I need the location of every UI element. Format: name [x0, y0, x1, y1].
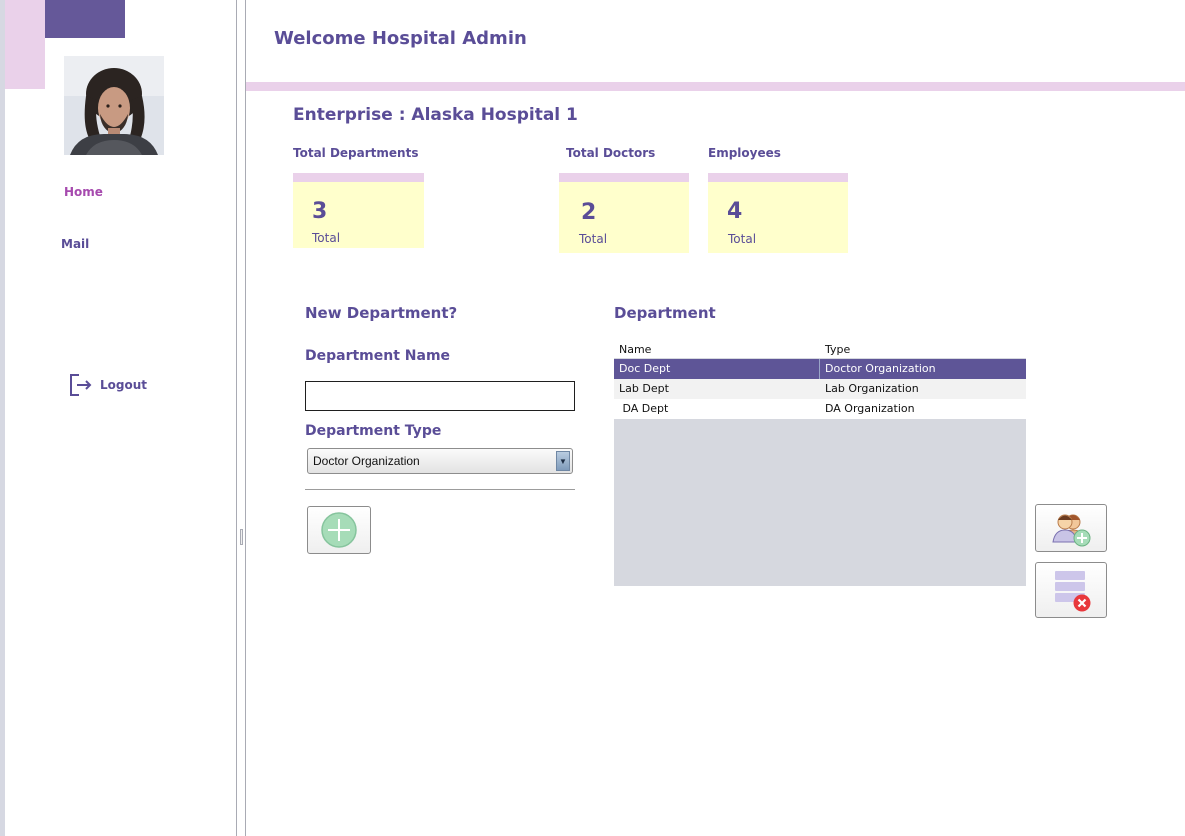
enterprise-title: Enterprise : Alaska Hospital 1 — [293, 105, 578, 125]
stat-sub-departments: Total — [312, 231, 341, 245]
left-edge-strip — [0, 0, 5, 836]
form-divider — [305, 489, 575, 490]
department-name-input[interactable] — [305, 381, 575, 411]
department-name-label: Department Name — [305, 348, 451, 364]
cell-type: DA Organization — [825, 402, 915, 415]
welcome-title: Welcome Hospital Admin — [274, 28, 527, 49]
stat-value-doctors: 2 — [581, 200, 597, 225]
table-row[interactable]: Lab Dept Lab Organization — [614, 379, 1026, 399]
stat-sub-doctors: Total — [579, 232, 608, 246]
stat-card-doctors: 2 Total — [559, 173, 689, 253]
department-table-title: Department — [614, 304, 716, 322]
stat-card-employees: 4 Total — [708, 173, 848, 253]
sidebar-decoration-pink — [5, 0, 45, 89]
add-circle-icon — [321, 512, 357, 548]
cell-name: DA Dept — [619, 402, 669, 415]
stat-card-band — [293, 173, 424, 182]
department-type-select[interactable]: Doctor Organization ▼ — [307, 448, 573, 474]
cell-divider — [819, 359, 820, 379]
delete-list-icon — [1055, 571, 1091, 612]
chevron-down-icon[interactable]: ▼ — [556, 451, 570, 471]
department-type-value: Doctor Organization — [313, 454, 420, 468]
stat-sub-employees: Total — [728, 232, 757, 246]
add-user-icon — [1052, 514, 1091, 547]
logout-button[interactable]: Logout — [68, 372, 147, 398]
cell-type: Lab Organization — [825, 382, 919, 395]
avatar — [64, 56, 164, 155]
table-row[interactable]: DA Dept DA Organization — [614, 399, 1026, 419]
cell-name: Doc Dept — [619, 362, 671, 375]
add-user-button[interactable] — [1035, 504, 1107, 552]
department-table[interactable]: Name Type Doc Dept Doctor Organization L… — [614, 340, 1026, 586]
stat-value-departments: 3 — [312, 199, 328, 224]
stat-label-doctors: Total Doctors — [566, 146, 656, 160]
logout-icon — [70, 374, 92, 396]
table-row[interactable]: Doc Dept Doctor Organization — [614, 359, 1026, 379]
stat-card-band — [559, 173, 689, 182]
sidebar-item-mail[interactable]: Mail — [61, 237, 89, 251]
department-type-label: Department Type — [305, 423, 442, 439]
cell-name: Lab Dept — [619, 382, 669, 395]
delete-department-button[interactable] — [1035, 562, 1107, 618]
stat-card-departments: 3 Total — [293, 173, 424, 248]
stat-value-employees: 4 — [727, 199, 743, 224]
stat-label-employees: Employees — [708, 146, 781, 160]
stat-label-departments: Total Departments — [293, 146, 419, 160]
header-band — [246, 82, 1185, 91]
column-header-type[interactable]: Type — [825, 343, 850, 356]
new-department-title: New Department? — [305, 304, 458, 322]
cell-type: Doctor Organization — [825, 362, 936, 375]
column-header-name[interactable]: Name — [619, 343, 651, 356]
sidebar-splitter[interactable] — [236, 0, 246, 836]
logout-label: Logout — [100, 378, 148, 392]
stat-card-band — [708, 173, 848, 182]
splitter-grip[interactable] — [240, 529, 243, 545]
sidebar-decoration-purple — [45, 0, 125, 38]
add-department-button[interactable] — [307, 506, 371, 554]
sidebar-item-home[interactable]: Home — [64, 185, 103, 199]
table-header: Name Type — [614, 340, 1026, 358]
user-photo-icon — [64, 56, 164, 155]
